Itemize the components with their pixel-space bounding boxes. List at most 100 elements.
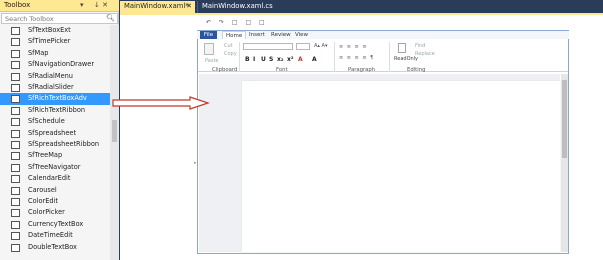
format-button[interactable]: A: [312, 56, 317, 63]
toolbox-item[interactable]: DoubleTextBox: [0, 242, 110, 253]
tab-mainwindow-xaml-cs[interactable]: MainWindow.xaml.cs: [197, 1, 273, 13]
tab-mainwindow-xaml[interactable]: MainWindow.xaml* ✕: [120, 1, 195, 13]
toolbox-item[interactable]: ColorEdit: [0, 196, 110, 207]
toolbox-item[interactable]: SfRadialMenu: [0, 71, 110, 82]
paste-icon[interactable]: [204, 43, 214, 55]
ribbon-tab-insert[interactable]: Insert: [249, 31, 265, 39]
ribbon-tab-home[interactable]: Home: [222, 31, 247, 39]
toolbox-item-label: SfTimePicker: [28, 37, 71, 46]
toolbox-panel: Toolbox ▾ ↓ ✕ Search Toolbox 🔍︎ SfTextBo…: [0, 0, 119, 260]
tab-label: MainWindow.xaml.cs: [202, 2, 273, 10]
toolbox-item[interactable]: DateTimeEdit: [0, 230, 110, 241]
toolbox-search-input[interactable]: Search Toolbox 🔍︎: [1, 13, 118, 24]
replace-button[interactable]: Replace: [415, 51, 435, 57]
treenavigator-icon: [11, 163, 20, 172]
carousel-icon: [11, 186, 20, 195]
copy-button[interactable]: Copy: [224, 51, 237, 57]
list-buttons-icon[interactable]: ≡ ≡ ≡ ≡: [339, 44, 368, 50]
toolbox-item[interactable]: SfSchedule: [0, 116, 110, 127]
resize-handle-icon[interactable]: ▸: [194, 160, 199, 170]
toolbox-item[interactable]: CalendarEdit: [0, 173, 110, 184]
format-button[interactable]: B: [245, 56, 250, 63]
textbox-icon: [11, 27, 20, 35]
format-button[interactable]: x²: [287, 56, 294, 63]
toolbox-item[interactable]: SfRichTextRibbon: [0, 105, 110, 116]
toolbox-item-label: SfSpreadsheetRibbon: [28, 140, 100, 148]
toolbox-item-label: SfTreeNavigator: [28, 162, 81, 171]
font-size-select[interactable]: [296, 43, 310, 50]
grow-font-icon[interactable]: A▴ A▾: [314, 43, 327, 49]
toolbox-item[interactable]: CurrencyTextBox: [0, 219, 110, 230]
dropdown-icon[interactable]: ▾: [80, 1, 84, 9]
toolbox-item-label: SfNavigationDrawer: [28, 60, 95, 69]
group-separator: [239, 42, 240, 72]
ribbon-icon: [11, 106, 20, 115]
format-button[interactable]: S: [269, 56, 273, 63]
toolbox-item[interactable]: Carousel: [0, 185, 110, 196]
currency-icon: [11, 220, 20, 229]
toolbox-item[interactable]: SfRadialSlider: [0, 82, 110, 93]
toolbox-item[interactable]: SfSpreadsheet: [0, 128, 110, 139]
toolbox-item-label: SfRadialSlider: [28, 83, 74, 91]
toolbox-item[interactable]: SfSpreadsheetRibbon: [0, 139, 110, 150]
toolbox-item[interactable]: SfRichTextBoxAdv: [0, 93, 110, 105]
radial-slider-icon: [11, 84, 20, 92]
paste-label: Paste: [205, 58, 219, 64]
toolbox-item[interactable]: SfTreeNavigator: [0, 162, 110, 173]
document-page[interactable]: [242, 81, 560, 252]
toolbox-title: Toolbox: [4, 1, 31, 9]
toolbox-item[interactable]: SfMap: [0, 48, 110, 59]
format-button[interactable]: A: [298, 56, 303, 63]
group-font-label: Font: [276, 67, 288, 73]
map-pin-icon: [11, 49, 20, 58]
toolbox-title-bar: Toolbox ▾ ↓ ✕: [0, 0, 119, 12]
toolbox-item[interactable]: SfNavigationDrawer: [0, 59, 110, 70]
toolbox-item-label: SfRadialMenu: [28, 71, 73, 80]
toolbox-item-label: CalendarEdit: [28, 174, 71, 183]
toolbox-scroll-thumb[interactable]: [112, 120, 117, 142]
calendar-icon: [11, 175, 20, 184]
cut-button[interactable]: Cut: [224, 43, 233, 49]
toolbox-item-label: CurrencyTextBox: [28, 219, 84, 228]
readonly-icon[interactable]: [398, 43, 406, 53]
designer-toolbar-glyphs[interactable]: ↶ ↷ □ □ □: [206, 19, 268, 26]
toolbox-item-label: DoubleTextBox: [28, 242, 77, 251]
toolbox-item-label: Carousel: [28, 185, 57, 194]
drawer-icon: [11, 61, 20, 70]
font-family-select[interactable]: [243, 43, 293, 50]
annotation-arrow-icon: [112, 96, 210, 110]
group-separator: [389, 42, 390, 72]
schedule-icon: [11, 118, 20, 127]
toolbox-item[interactable]: ColorPicker: [0, 207, 110, 218]
treemap-icon: [11, 152, 20, 161]
editor-tab-bar: MainWindow.xaml* ✕ MainWindow.xaml.cs: [120, 0, 603, 13]
pin-close-icons[interactable]: ↓ ✕: [94, 1, 108, 9]
tab-label: MainWindow.xaml*: [124, 2, 189, 10]
find-button[interactable]: Find: [415, 43, 425, 49]
ribbon-tab-file[interactable]: File: [200, 31, 217, 39]
spreadsheet-ribbon-icon: [11, 141, 20, 149]
search-placeholder: Search Toolbox: [5, 15, 54, 23]
toolbox-item-label: ColorEdit: [28, 197, 58, 205]
toolbox-scrollbar[interactable]: [110, 25, 119, 260]
toolbox-item[interactable]: SfTextBoxExt: [0, 25, 110, 36]
ribbon-tab-review[interactable]: Review: [271, 31, 291, 39]
close-icon[interactable]: ✕: [186, 2, 192, 10]
document-scroll-thumb[interactable]: [562, 80, 567, 158]
format-button[interactable]: x₂: [277, 56, 284, 63]
toolbox-item[interactable]: SfTreeMap: [0, 150, 110, 161]
toolbox-item-label: SfRichTextBoxAdv: [28, 94, 87, 103]
format-button[interactable]: U: [261, 56, 266, 63]
toolbox-item-label: SfSpreadsheet: [28, 128, 77, 137]
timepicker-icon: [11, 38, 20, 47]
double-textbox-icon: [11, 243, 20, 252]
toolbox-item[interactable]: SfTimePicker: [0, 36, 110, 47]
toolbox-item-label: SfTextBoxExt: [28, 26, 71, 34]
colorpicker-icon: [11, 209, 20, 218]
align-buttons-icon[interactable]: ≡ ≡ ≡ ≡ ¶: [339, 55, 374, 61]
toolbox-item-label: SfMap: [28, 48, 49, 57]
ribbon-tab-view[interactable]: View: [295, 31, 308, 39]
spreadsheet-icon: [11, 129, 20, 138]
format-button[interactable]: I: [253, 56, 255, 63]
toolbox-item-label: SfTreeMap: [28, 151, 63, 160]
